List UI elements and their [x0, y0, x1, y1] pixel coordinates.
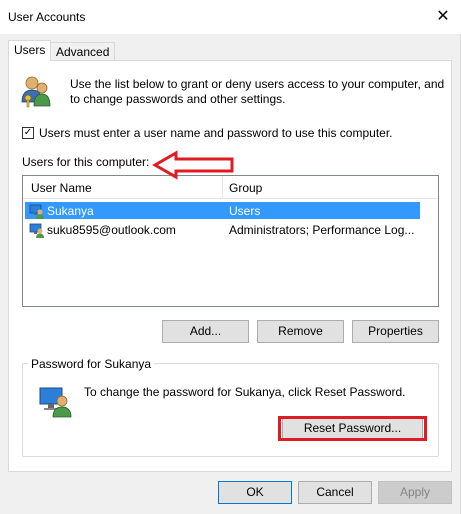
- list-item[interactable]: suku8595@outlook.com Administrators; Per…: [25, 221, 420, 238]
- require-login-checkbox[interactable]: ✓: [22, 127, 34, 139]
- password-group: [22, 363, 439, 457]
- user-name-cell: suku8595@outlook.com: [47, 223, 176, 237]
- user-monitor-icon: [29, 204, 44, 219]
- window-title: User Accounts: [8, 10, 86, 24]
- ok-button[interactable]: OK: [218, 481, 292, 504]
- user-monitor-icon: [29, 223, 44, 238]
- require-login-label: Users must enter a user name and passwor…: [39, 126, 393, 140]
- user-accounts-window: User Accounts ✕ Users Advanced Use the l…: [0, 0, 461, 514]
- users-keys-icon: [21, 76, 51, 108]
- users-for-computer-label: Users for this computer:: [22, 155, 150, 169]
- password-group-label: Password for Sukanya: [28, 357, 155, 371]
- properties-button[interactable]: Properties: [352, 320, 439, 343]
- tab-users[interactable]: Users: [8, 40, 52, 61]
- annotation-arrow-icon: [152, 150, 234, 180]
- apply-button[interactable]: Apply: [378, 481, 452, 504]
- remove-button[interactable]: Remove: [257, 320, 344, 343]
- list-item[interactable]: Sukanya Users: [25, 202, 420, 219]
- add-button[interactable]: Add...: [162, 320, 249, 343]
- user-monitor-icon: [39, 387, 72, 418]
- group-cell: Administrators; Performance Log...: [229, 223, 415, 237]
- close-icon[interactable]: ✕: [426, 4, 460, 30]
- column-group[interactable]: Group: [229, 181, 262, 195]
- group-cell: Users: [229, 204, 261, 218]
- users-list[interactable]: User Name Group Sukanya Users suku8595@o…: [22, 175, 439, 307]
- annotation-highlight-box: [278, 416, 427, 441]
- cancel-button[interactable]: Cancel: [298, 481, 372, 504]
- column-user-name[interactable]: User Name: [31, 181, 92, 195]
- user-name-cell: Sukanya: [47, 204, 94, 218]
- password-instruction-text: To change the password for Sukanya, clic…: [84, 385, 406, 399]
- tab-advanced[interactable]: Advanced: [50, 42, 116, 61]
- intro-text: Use the list below to grant or deny user…: [70, 77, 445, 106]
- title-bar: User Accounts ✕: [0, 0, 461, 34]
